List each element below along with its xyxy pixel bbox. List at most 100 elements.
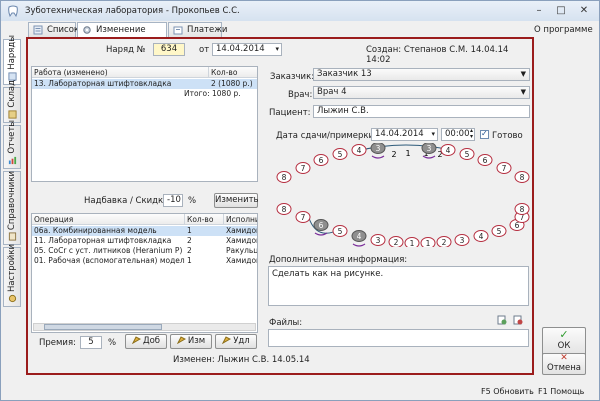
tooth-upper-15[interactable]: 8 bbox=[514, 171, 530, 183]
tab-payments[interactable]: Платежи bbox=[168, 22, 227, 38]
svg-text:1: 1 bbox=[410, 239, 415, 247]
tooth-upper-12[interactable]: 5 bbox=[459, 148, 475, 160]
vtab-references-label: Справочники bbox=[7, 170, 17, 230]
table-row[interactable]: 01. Рабочая (вспомогательная) модель 1 Х… bbox=[32, 256, 257, 266]
ops-col-qty[interactable]: Кол-во bbox=[185, 214, 224, 225]
check-icon: ✓ bbox=[559, 328, 569, 341]
works-col-qty[interactable]: Кол-во bbox=[209, 67, 257, 78]
vtab-orders[interactable]: Наряды bbox=[3, 35, 21, 85]
help-hint[interactable]: F1 Помощь bbox=[538, 387, 584, 396]
tooth-lower-11[interactable]: 4 bbox=[473, 230, 489, 242]
about-link[interactable]: О программе bbox=[534, 25, 593, 35]
order-date-field[interactable]: 14.04.2014 ▾ bbox=[212, 43, 282, 56]
doctor-select[interactable]: Врач 4 ▼ bbox=[313, 86, 530, 99]
refresh-hint[interactable]: F5 Обновить bbox=[481, 387, 534, 396]
tooth-lower-15[interactable]: 8 bbox=[514, 203, 530, 215]
patient-field[interactable]: Лыжин С.В. bbox=[313, 105, 530, 118]
title-bar: Зуботехническая лаборатория - Прокопьев … bbox=[1, 1, 599, 21]
tooth-lower-4[interactable]: 4 bbox=[351, 230, 367, 247]
svg-text:2: 2 bbox=[442, 238, 447, 247]
change-discount-button[interactable]: Изменить bbox=[214, 193, 259, 208]
minimize-button[interactable]: – bbox=[529, 4, 549, 18]
tooth-lower-3[interactable]: 5 bbox=[332, 225, 348, 237]
order-number-field[interactable]: 634 bbox=[153, 43, 185, 56]
operations-hscrollbar[interactable] bbox=[33, 323, 256, 331]
calendar-dropdown-icon[interactable]: ▾ bbox=[275, 44, 279, 55]
svg-text:6: 6 bbox=[319, 156, 324, 165]
vtab-reports-label: Отчеты bbox=[7, 120, 17, 154]
tooth-upper-11[interactable]: 4 bbox=[440, 144, 456, 156]
tooth-lower-12[interactable]: 5 bbox=[491, 225, 507, 237]
tooth-upper-14[interactable]: 7 bbox=[496, 162, 512, 174]
chevron-down-icon: ▼ bbox=[520, 88, 526, 96]
extra-info-textarea[interactable]: Сделать как на рисунке. bbox=[268, 266, 529, 306]
vtab-settings[interactable]: Настройки bbox=[3, 244, 21, 307]
vtab-reports[interactable]: Отчеты bbox=[3, 120, 21, 169]
tooth-lower-7[interactable]: 1 bbox=[404, 237, 420, 248]
files-list[interactable] bbox=[268, 329, 529, 347]
tooth-upper-13[interactable]: 6 bbox=[477, 154, 493, 166]
tooth-upper-6[interactable]: 2 bbox=[391, 150, 396, 159]
payments-icon bbox=[173, 26, 183, 35]
bonus-label: Премия: bbox=[39, 338, 76, 348]
order-date-label: от bbox=[199, 45, 210, 55]
tooth-lower-5[interactable]: 3 bbox=[370, 234, 386, 246]
tooth-upper-1[interactable]: 7 bbox=[295, 162, 311, 174]
ops-col-executor[interactable]: Исполнит bbox=[224, 214, 257, 225]
operations-table[interactable]: Операция Кол-во Исполнит 06а. Комбиниров… bbox=[31, 213, 258, 333]
works-table-header: Работа (изменено) Кол-во bbox=[32, 67, 257, 78]
tooth-upper-0[interactable]: 8 bbox=[276, 171, 292, 183]
cancel-button[interactable]: ✕ Отмена bbox=[542, 353, 586, 375]
extra-info-label: Дополнительная информация: bbox=[269, 255, 408, 265]
attach-file-icon[interactable] bbox=[497, 315, 507, 325]
ready-checkbox[interactable]: ✓ bbox=[480, 129, 489, 139]
table-row[interactable]: 11. Лабораторная штифтовкладка 2 Хамидов… bbox=[32, 236, 257, 246]
tooth-lower-1[interactable]: 7 bbox=[295, 211, 311, 223]
patient-label: Пациент: bbox=[269, 108, 311, 118]
op-name: 01. Рабочая (вспомогательная) модель bbox=[34, 256, 185, 265]
tooth-upper-3[interactable]: 5 bbox=[332, 148, 348, 160]
delete-operation-label: Удл bbox=[233, 336, 250, 346]
maximize-button[interactable]: □ bbox=[551, 4, 571, 18]
tooth-upper-2[interactable]: 6 bbox=[313, 154, 329, 166]
tooth-lower-8[interactable]: 1 bbox=[420, 237, 436, 248]
tooth-upper-4[interactable]: 4 bbox=[351, 144, 367, 156]
svg-text:6: 6 bbox=[319, 221, 324, 230]
remove-file-icon[interactable] bbox=[513, 315, 523, 325]
tooth-upper-7[interactable]: 1 bbox=[405, 149, 410, 158]
table-row[interactable]: 05. CoCr с уст. литников (Heranium P) 2 … bbox=[32, 246, 257, 256]
chevron-down-icon[interactable]: ▾ bbox=[431, 129, 435, 140]
doctor-label: Врач: bbox=[288, 90, 313, 100]
vtab-references[interactable]: Справочники bbox=[3, 171, 21, 245]
works-col-work[interactable]: Работа (изменено) bbox=[32, 67, 209, 78]
works-table[interactable]: Работа (изменено) Кол-во 13. Лабораторна… bbox=[31, 66, 258, 182]
discount-field[interactable]: -10 bbox=[163, 194, 183, 207]
add-operation-button[interactable]: Доб bbox=[125, 334, 167, 349]
edit-operation-label: Изм bbox=[187, 336, 206, 346]
delete-operation-button[interactable]: Удл bbox=[215, 334, 257, 349]
fitting-date-field[interactable]: 14.04.2014 ▾ bbox=[371, 128, 438, 141]
tooth-lower-0[interactable]: 8 bbox=[276, 203, 292, 215]
ops-col-operation[interactable]: Операция bbox=[32, 214, 185, 225]
modified-info: Изменен: Лыжин С.В. 14.05.14 bbox=[173, 355, 310, 365]
spin-icon[interactable]: ▴ ▾ bbox=[470, 129, 473, 140]
table-row[interactable]: 06а. Комбинированная модель 1 Хамидова bbox=[32, 226, 257, 236]
dental-chart[interactable]: 8765432112345678 8765432112345678 bbox=[266, 143, 536, 247]
vtab-stock[interactable]: Склад bbox=[3, 80, 21, 123]
table-row[interactable]: 13. Лабораторная штифтовкладка 2 (1080 р… bbox=[32, 79, 257, 89]
tooth-lower-10[interactable]: 3 bbox=[454, 234, 470, 246]
bonus-field[interactable]: 5 bbox=[80, 336, 102, 349]
tooth-upper-5[interactable]: 3 bbox=[370, 143, 386, 159]
fitting-time-field[interactable]: 00:00 ▴ ▾ bbox=[441, 128, 475, 141]
tooth-lower-6[interactable]: 2 bbox=[388, 236, 404, 248]
scrollbar-thumb[interactable] bbox=[44, 324, 162, 330]
vtab-stock-label: Склад bbox=[7, 80, 17, 108]
customer-select[interactable]: Заказчик 13 ▼ bbox=[313, 68, 530, 81]
gear-icon bbox=[83, 26, 91, 34]
fitting-date-label: Дата сдачи/примерки: bbox=[276, 131, 377, 141]
tab-list[interactable]: Список bbox=[28, 22, 79, 38]
svg-text:4: 4 bbox=[357, 232, 362, 241]
edit-operation-button[interactable]: Изм bbox=[170, 334, 212, 349]
close-window-button[interactable]: ✕ bbox=[573, 4, 595, 18]
tooth-lower-9[interactable]: 2 bbox=[436, 236, 452, 248]
